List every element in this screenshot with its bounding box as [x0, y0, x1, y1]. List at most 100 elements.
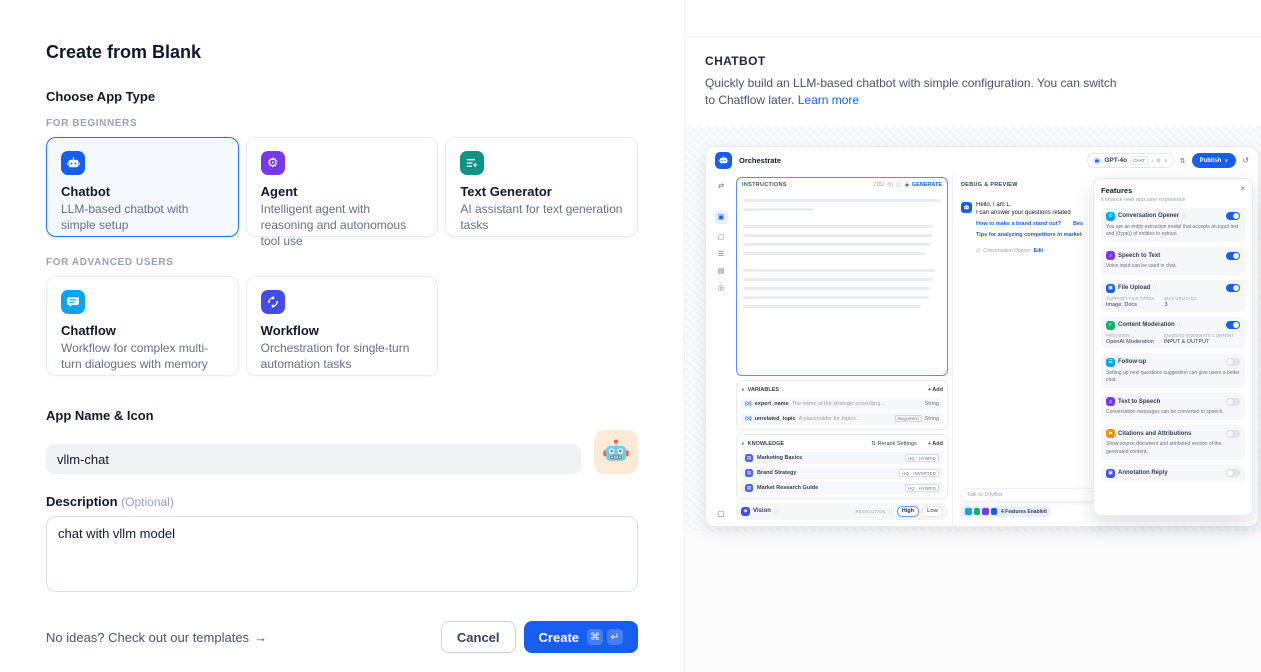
modal-footer: No ideas? Check out our templates → Canc…	[46, 621, 638, 653]
skeleton-line	[743, 269, 935, 273]
feature-name: Citations and Attributions	[1118, 431, 1191, 437]
feature-toggle	[1226, 358, 1240, 366]
feature-item-header: ♫Text to Speech	[1106, 397, 1240, 406]
feature-dot-icon	[974, 508, 981, 515]
app-name-label: App Name & Icon	[46, 408, 638, 423]
file-upload-icon: ▣	[1106, 284, 1115, 293]
feature-name: Speech to Text	[1118, 253, 1160, 259]
preview-top-band	[685, 0, 1261, 37]
knowledge-row: ▤Brand StrategyHQ · INVERTED	[741, 467, 943, 479]
bot-avatar	[961, 202, 972, 213]
variable-key: expert_name	[755, 401, 789, 407]
follow-up-icon: ☰	[1106, 358, 1115, 367]
feature-item: ⚑Citations and AttributionsShow source d…	[1101, 425, 1245, 460]
resolution-label: RESOLUTION	[856, 509, 886, 514]
instructions-label: INSTRUCTIONS	[742, 182, 787, 188]
app-name-input[interactable]	[46, 444, 581, 474]
variable-icon: {x}	[745, 416, 752, 422]
cmd-key-icon: ⌘	[587, 629, 603, 645]
info-icon: ⓘ	[1178, 322, 1183, 328]
feature-meta-col: SUPPORT FILE TYPESImage, Docs	[1106, 296, 1155, 308]
meta-label: SUPPORT FILE TYPES	[1106, 296, 1155, 301]
toggle-knob	[1227, 359, 1233, 365]
description-textarea[interactable]: chat with vllm model	[46, 516, 638, 592]
feature-meta: SUPPORT FILE TYPESImage, Docs MAX UPLOADS…	[1106, 296, 1240, 308]
notes-icon: ☰	[718, 250, 724, 258]
meta-value: INPUT & OUTPUT	[1164, 339, 1234, 345]
cancel-button[interactable]: Cancel	[441, 621, 516, 653]
card-description: Intelligent agent with reasoning and aut…	[261, 202, 424, 249]
text-to-speech-icon: ♫	[1106, 397, 1115, 406]
app-type-card-agent[interactable]: ⚙ Agent Intelligent agent with reasoning…	[246, 137, 439, 237]
required-badge: REQUIRED	[895, 415, 922, 422]
info-icon: ⓘ	[789, 181, 794, 188]
card-description: Orchestration for single-turn automation…	[261, 341, 424, 373]
card-title: Chatflow	[61, 323, 224, 338]
suggestion-link: How to make a brand stand out?	[976, 221, 1061, 227]
annotation-reply-icon: ▣	[1106, 469, 1115, 478]
info-icon: ⓘ	[1153, 285, 1158, 291]
templates-link[interactable]: No ideas? Check out our templates →	[46, 630, 267, 645]
info-icon: ⓘ	[1182, 213, 1187, 219]
feature-item: ▣Annotation Reply	[1101, 465, 1245, 482]
section-for-advanced-users: FOR ADVANCED USERS	[46, 257, 638, 268]
card-description: LLM-based chatbot with simple setup	[61, 202, 224, 234]
skeleton-line	[743, 252, 925, 256]
create-button[interactable]: Create ⌘ ↵	[524, 621, 638, 653]
toggle-knob	[1233, 322, 1239, 328]
app-robot-icon	[715, 152, 732, 169]
rerank-label: Rerank Settings	[878, 441, 917, 447]
arrow-right-icon: →	[254, 630, 267, 645]
workflow-icon	[261, 290, 285, 314]
vision-icon: ◉	[741, 507, 750, 516]
description-label: Description (Optional)	[46, 494, 638, 509]
create-app-modal: Create from Blank Choose App Type FOR BE…	[0, 0, 685, 672]
knowledge-badge: HQ · INVERTED	[899, 469, 939, 477]
feature-item: ♪Speech to TextVoice input can be used i…	[1101, 247, 1245, 274]
feature-name: Conversation Opener	[1118, 213, 1179, 219]
meta-value: OpenAI Moderation	[1106, 339, 1154, 345]
skeleton-line	[743, 296, 929, 300]
chevron-down-icon: ∨	[1224, 158, 1228, 164]
opener-icon: ⊙	[976, 248, 980, 254]
app-type-card-workflow[interactable]: Workflow Orchestration for single-turn a…	[246, 276, 439, 376]
skeleton-line	[743, 243, 931, 247]
variable-row: {x}unrelated_topicA placeholder for topi…	[741, 413, 943, 425]
app-type-card-chatflow[interactable]: Chatflow Workflow for complex multi-turn…	[46, 276, 239, 376]
app-icon-picker[interactable]	[594, 430, 638, 474]
close-icon: ×	[1240, 184, 1245, 193]
skeleton-line	[743, 305, 921, 309]
agent-icon: ⚙	[261, 151, 285, 175]
feature-item-header: ▣Annotation Reply	[1106, 469, 1240, 478]
preview-stage: Orchestrate GPT-4o CHAT ♪ ⚙ ∨ ⇅ Publish …	[685, 126, 1261, 531]
rerank-settings-button: ⇅ Rerank Settings	[871, 441, 917, 447]
knowledge-doc-icon: ▤	[745, 484, 753, 492]
description-optional-text: (Optional)	[121, 495, 174, 509]
skeleton-line	[743, 208, 814, 212]
knowledge-badge: HQ · HYBRID	[905, 454, 939, 462]
toggle-knob	[1227, 399, 1233, 405]
feature-meta-col: MAX UPLOADS3	[1165, 296, 1197, 308]
instructions-skeleton	[737, 192, 947, 314]
add-variable-button: + Add	[928, 387, 943, 393]
app-type-preview-panel: CHATBOT Quickly build an LLM-based chatb…	[685, 0, 1261, 672]
vision-row: ◉ Vision ⓘ RESOLUTION ⓘ HighLow	[736, 503, 948, 520]
app-type-card-text-generator[interactable]: Text Generator AI assistant for text gen…	[445, 137, 638, 237]
suggestion-link: Bes	[1073, 221, 1083, 227]
knowledge-rows: ▤Marketing BasicsHQ · HYBRID▤Brand Strat…	[741, 452, 943, 494]
beginner-app-type-cards: Chatbot LLM-based chatbot with simple se…	[46, 137, 638, 237]
knowledge-name: Market Research Guide	[757, 485, 818, 491]
chevron-down-icon: ∨	[741, 441, 745, 447]
info-icon: ⓘ	[889, 508, 894, 515]
feature-name: Follow-up	[1118, 359, 1146, 365]
feature-toggle	[1226, 284, 1240, 292]
knowledge-row: ▤Market Research GuideHQ · HYBRID	[741, 482, 943, 494]
suggestion-link: Tips for analyzing competitors in market	[976, 232, 1082, 238]
cancel-button-label: Cancel	[457, 630, 500, 645]
app-type-card-chatbot[interactable]: Chatbot LLM-based chatbot with simple se…	[46, 137, 239, 237]
feature-toggle	[1226, 252, 1240, 260]
preview-app-header: Orchestrate GPT-4o CHAT ♪ ⚙ ∨ ⇅ Publish …	[706, 147, 1258, 175]
learn-more-link[interactable]: Learn more	[798, 93, 859, 107]
publish-button: Publish ∨	[1192, 153, 1237, 168]
features-subtitle: Enhance web app user experience	[1101, 197, 1245, 203]
